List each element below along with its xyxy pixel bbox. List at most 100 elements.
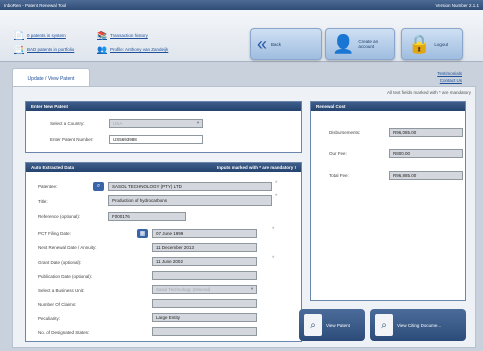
users-icon: 👥 [97,44,107,54]
patent-number-value: US5693988 [113,137,137,142]
title-bar: InboRen - Patent Renewal Tool Version Nu… [0,0,483,10]
required-marker: * [272,256,275,262]
country-select[interactable]: USA ▼ [109,119,203,128]
required-marker: * [275,194,278,200]
our-fee-label: Our Fee: [329,151,347,156]
bad-patents-label: BAD patents in portfolio [27,46,75,52]
number-of-claims-label: Number Of Claims: [38,302,77,307]
title-value: Production of hydrocarbons [112,198,168,203]
calendar-icon: ▦ [139,231,146,237]
patent-number-label: Enter Patent Number: [50,137,94,142]
required-marker: * [272,227,275,233]
patent-number-input[interactable]: US5693988 [109,135,203,144]
chevron-down-icon: ▼ [196,120,200,125]
designated-states-label: No. of Designated States: [38,330,90,335]
pct-filing-date-field[interactable]: 07 June 1999 [152,229,257,238]
number-of-claims-field[interactable] [152,299,257,308]
patentee-value: SASOL TECHNOLOGY (PTY) LTD [112,184,182,189]
pct-filing-date-value: 07 June 1999 [156,231,184,236]
header-links: Testimonials Contact Us [437,70,462,84]
back-label: Back [271,41,282,47]
business-unit-select[interactable]: Sasol Technology (Mineral) ▼ [152,285,257,294]
tab-update-view-patent[interactable]: Update / View Patent [12,68,90,88]
required-marker: * [275,181,278,187]
disbursements-field: R96,085.00 [389,128,463,137]
patentee-field[interactable]: SASOL TECHNOLOGY (PTY) LTD [108,182,272,191]
grant-date-label: Grant Date (optional): [38,260,82,265]
total-fee-value: R96,885.00 [393,173,417,178]
disbursements-label: Disbursements: [329,130,361,135]
version-number: Version Number 2.1.1 [435,2,479,8]
publication-date-label: Publication Date (optional): [38,274,93,279]
designated-states-field[interactable] [152,327,257,336]
publication-date-field[interactable] [152,271,257,280]
create-account-label: Create an account [358,39,379,49]
contact-us-link[interactable]: Contact Us [437,77,462,84]
title-label: Title: [38,199,48,204]
mandatory-inputs-note: Inputs marked with * are mandatory ! [216,165,296,170]
business-unit-label: Select a Business Unit: [38,288,85,293]
next-renewal-date-field[interactable]: 11 December 2013 [152,243,257,252]
next-renewal-date-label: Next Renewal Date / Annuity: [38,245,97,250]
toolbar: 📄 0 patents in system 📑 BAD patents in p… [0,10,483,62]
reference-value: F000176 [112,214,130,219]
panel-header: Enter New Patent [26,102,301,111]
country-value: USA [113,121,123,126]
view-citing-documents-button[interactable]: ⌕ View Citing Docume... [370,309,466,341]
our-fee-value: R800.00 [393,151,411,156]
documents-icon: 📑 [14,44,24,54]
title-field[interactable]: Production of hydrocarbons [108,195,272,206]
panel-title: Enter New Patent [31,104,69,109]
document-search-icon: ⌕ [304,314,322,336]
peculiarity-label: Peculiarity: [38,316,61,321]
transaction-history-link[interactable]: 📚 Transaction history [97,30,148,40]
pct-filing-date-label: PCT Filing Date: [38,231,71,236]
peculiarity-field[interactable]: Large Entity [152,313,257,322]
patents-in-system-label: 0 patents in system [27,32,66,38]
profile-link[interactable]: 👥 Profile: Anthony van Zandeijk [97,44,168,54]
patentee-label: Patentee: [38,184,58,189]
our-fee-field: R800.00 [389,149,463,158]
view-patent-button[interactable]: ⌕ View Patent [299,309,365,341]
reference-label: Reference (optional): [38,214,81,219]
window-title: InboRen - Patent Renewal Tool [4,2,67,8]
renewal-cost-panel: Renewal Cost Disbursements: R96,085.00 O… [310,101,466,301]
profile-label: Profile: Anthony van Zandeijk [110,46,169,52]
reference-field[interactable]: F000176 [108,212,186,221]
chevron-down-icon: ▼ [250,286,254,291]
country-label: Select a Country: [50,121,85,126]
document-icon: 📄 [14,30,24,40]
transaction-history-label: Transaction history [110,32,148,38]
business-unit-value: Sasol Technology (Mineral) [156,287,211,292]
main-content: All text fields marked with * are mandat… [12,86,476,348]
create-account-button[interactable]: 👤 Create an account [325,28,395,60]
grant-date-field[interactable]: 11 June 2002 [152,257,257,266]
bad-patents-link[interactable]: 📑 BAD patents in portfolio [14,44,74,54]
lock-icon: 🔒 [408,34,431,54]
view-patent-label: View Patent [326,322,350,328]
back-button[interactable]: « Back [250,28,322,60]
panel-header: Auto Extracted Data Inputs marked with *… [26,163,301,172]
total-fee-label: Total Fee: [329,173,349,178]
next-renewal-date-value: 11 December 2013 [156,245,194,250]
enter-new-patent-panel: Enter New Patent Select a Country: USA ▼… [25,101,302,153]
document-search-icon: ⌕ [375,314,393,336]
calendar-button[interactable]: ▦ [137,229,148,238]
add-user-icon: 👤 [332,34,355,54]
total-fee-field: R96,885.00 [389,171,463,180]
tab-row: Update / View Patent Testimonials Contac… [6,66,476,88]
testimonials-link[interactable]: Testimonials [437,70,462,77]
panel-header: Renewal Cost [311,102,465,111]
peculiarity-value: Large Entity [156,315,181,320]
logout-button[interactable]: 🔒 Logout [401,28,463,60]
lookup-button[interactable]: ⌕ [93,182,104,191]
panel-title: Renewal Cost [316,104,346,109]
tab-label: Update / View Patent [27,75,75,82]
mandatory-note: All text fields marked with * are mandat… [386,90,471,95]
auto-extracted-panel: Auto Extracted Data Inputs marked with *… [25,162,302,342]
disbursements-value: R96,085.00 [393,130,417,135]
search-icon: ⌕ [96,183,101,189]
patents-in-system-link[interactable]: 📄 0 patents in system [14,30,66,40]
books-icon: 📚 [97,30,107,40]
logout-label: Logout [434,41,449,47]
